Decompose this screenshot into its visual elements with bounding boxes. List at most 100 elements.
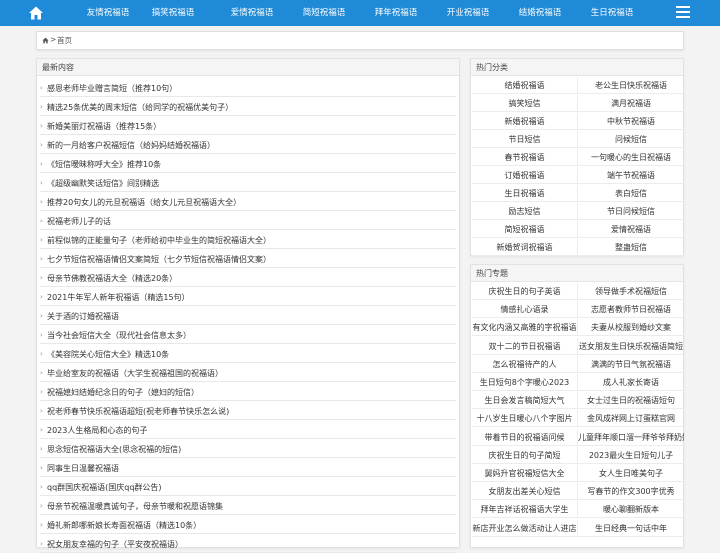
list-item[interactable]: › 精选25条优美的周末短信（给同学的祝福优美句子）: [40, 99, 456, 116]
nav-link-wedding[interactable]: 结婚祝福语: [507, 0, 573, 26]
list-item[interactable]: › 关于酒的订婚祝福语: [40, 308, 456, 325]
grid-link[interactable]: 表白短信: [578, 185, 684, 202]
list-item-label[interactable]: 推荐20句女儿的元旦祝福语（给女儿元旦祝福语大全）: [47, 194, 241, 210]
grid-link[interactable]: 一句暖心的生日祝福语: [578, 149, 684, 166]
grid-link[interactable]: 爱情祝福语: [578, 221, 684, 238]
list-item[interactable]: › 母亲节佛教祝福语大全（精选20条）: [40, 270, 456, 287]
list-item[interactable]: › 新的一月给客户祝福短信（给妈妈结婚祝福语）: [40, 137, 456, 154]
grid-link[interactable]: 满月祝福语: [578, 95, 684, 112]
list-item-label[interactable]: 2021牛年军人新年祝福语（精选15句）: [47, 289, 190, 305]
grid-link[interactable]: 带着节日的祝福语问候: [472, 428, 578, 446]
grid-link[interactable]: 送女朋友生日快乐祝福语简短: [578, 338, 684, 355]
grid-link[interactable]: 节日问候短信: [578, 203, 684, 220]
list-item-label[interactable]: 《超级幽默笑话短信》间别精选: [47, 175, 159, 191]
grid-link[interactable]: 满满的节日气氛祝福语: [578, 356, 684, 373]
grid-link[interactable]: 暖心聊翻新版本: [578, 501, 684, 519]
grid-link[interactable]: 儿童拜年顺口溜一拜爷爷拜奶奶: [578, 429, 684, 446]
list-item-label[interactable]: 毕业给室友的祝福语（大学生祝福祖国的祝福语）: [47, 365, 223, 381]
grid-link[interactable]: 生日祝福语: [472, 185, 578, 202]
nav-link-friendship[interactable]: 友情祝福语: [75, 0, 141, 26]
grid-link[interactable]: 庆祝生日的句子简短: [472, 446, 578, 464]
grid-link[interactable]: 问候短信: [578, 131, 684, 148]
list-item[interactable]: › 婚礼新郎哪新娘长寿面祝福语（精选10条）: [40, 517, 456, 534]
list-item[interactable]: › 2023人生格局和心态的句子: [40, 422, 456, 439]
list-item[interactable]: › 同事生日温馨祝福语: [40, 460, 456, 477]
grid-link[interactable]: 女朋友出差关心短信: [472, 483, 578, 501]
list-item-label[interactable]: 当今社会短信大全（现代社会信息太多）: [47, 327, 191, 343]
list-item-label[interactable]: 祝福老师儿子的话: [47, 213, 111, 229]
nav-link-new-year[interactable]: 拜年祝福语: [363, 0, 429, 26]
grid-link[interactable]: 情感扎心语录: [472, 301, 578, 319]
home-icon[interactable]: [28, 5, 44, 21]
list-item-label[interactable]: 《短信暧昧称呼大全》推荐10条: [47, 156, 161, 172]
list-item[interactable]: › 《超级幽默笑话短信》间别精选: [40, 175, 456, 192]
list-item-label[interactable]: 2023人生格局和心态的句子: [47, 422, 147, 438]
list-item-label[interactable]: 新的一月给客户祝福短信（给妈妈结婚祝福语）: [47, 137, 215, 153]
grid-link[interactable]: 端午节祝福语: [578, 167, 684, 184]
list-item[interactable]: › 七夕节短信祝福语情侣文案简短（七夕节短信祝福语情侣文案）: [40, 251, 456, 268]
list-item-label[interactable]: 母亲节祝福温暖真诚句子，母亲节暖和祝愿语锦集: [47, 498, 223, 514]
grid-link[interactable]: 新婚贺词祝福语: [472, 239, 578, 256]
grid-link[interactable]: 老公生日快乐祝福语: [578, 77, 684, 94]
grid-link[interactable]: 女人生日唯美句子: [578, 465, 684, 482]
list-item[interactable]: › 《美容院关心短信大全》精选10条: [40, 346, 456, 363]
grid-link[interactable]: 拜年吉祥话祝福语大学生: [472, 501, 578, 519]
list-item[interactable]: › 祝福老师儿子的话: [40, 213, 456, 230]
grid-link[interactable]: 新店开业怎么做活动让人进店: [472, 519, 578, 537]
grid-link[interactable]: 有文化内涵又高雅的字祝福语: [472, 319, 578, 337]
grid-link[interactable]: 订婚祝福语: [472, 167, 578, 184]
list-item-label[interactable]: 前程似锦的正能量句子（老师给初中毕业生的简短祝福语大全）: [47, 232, 271, 248]
grid-link[interactable]: 2023最火生日短句儿子: [578, 447, 684, 464]
list-item-label[interactable]: 《美容院关心短信大全》精选10条: [47, 346, 169, 362]
grid-link[interactable]: 整蛊短信: [578, 239, 684, 256]
list-item-label[interactable]: 思念短信祝福语大全(思念祝福的短信): [47, 441, 181, 457]
list-item[interactable]: › 祝福媳妇结婚纪念日的句子（媳妇的短信）: [40, 384, 456, 401]
list-item[interactable]: › 母亲节祝福温暖真诚句子，母亲节暖和祝愿语锦集: [40, 498, 456, 515]
list-item[interactable]: › 《短信暧昧称呼大全》推荐10条: [40, 156, 456, 173]
list-item-label[interactable]: 新婚美丽灯祝福语（推荐15条）: [47, 118, 161, 134]
list-item-label[interactable]: 婚礼新郎哪新娘长寿面祝福语（精选10条）: [47, 517, 201, 533]
list-item-label[interactable]: 七夕节短信祝福语情侣文案简短（七夕节短信祝福语情侣文案）: [47, 251, 271, 267]
list-item[interactable]: › qq群国庆祝福语(国庆qq群公告): [40, 479, 456, 496]
list-item[interactable]: › 推荐20句女儿的元旦祝福语（给女儿元旦祝福语大全）: [40, 194, 456, 211]
list-item-label[interactable]: 同事生日温馨祝福语: [47, 460, 119, 476]
list-item[interactable]: › 感恩老师毕业赠言简短（推荐10句）: [40, 80, 456, 97]
nav-link-short[interactable]: 简短祝福语: [291, 0, 357, 26]
nav-link-funny[interactable]: 搞笑祝福语: [140, 0, 206, 26]
hamburger-menu-icon[interactable]: [676, 6, 690, 19]
grid-link[interactable]: 生日会发言稿简短大气: [472, 392, 578, 410]
grid-link[interactable]: 春节祝福语: [472, 149, 578, 166]
list-item[interactable]: › 祝老师春节快乐祝福语超短(祝老师春节快乐怎么说): [40, 403, 456, 420]
breadcrumb-home-icon[interactable]: [42, 37, 49, 44]
list-item-label[interactable]: 母亲节佛教祝福语大全（精选20条）: [47, 270, 177, 286]
grid-link[interactable]: 新婚祝福语: [472, 113, 578, 130]
list-item[interactable]: › 前程似锦的正能量句子（老师给初中毕业生的简短祝福语大全）: [40, 232, 456, 249]
nav-link-love[interactable]: 爱情祝福语: [219, 0, 285, 26]
grid-link[interactable]: 怎么祝福待产的人: [472, 355, 578, 373]
list-item-label[interactable]: 感恩老师毕业赠言简短（推荐10句）: [47, 80, 177, 96]
list-item-label[interactable]: 祝老师春节快乐祝福语超短(祝老师春节快乐怎么说): [47, 403, 229, 419]
grid-link[interactable]: 搞笑短信: [472, 95, 578, 112]
grid-link[interactable]: 励志短信: [472, 203, 578, 220]
grid-link[interactable]: 成人礼家长寄语: [578, 374, 684, 391]
grid-link[interactable]: 金风成祥网上订蛋糕官网: [578, 410, 684, 428]
list-item-label[interactable]: 精选25条优美的周末短信（给同学的祝福优美句子）: [47, 99, 233, 115]
grid-link[interactable]: 中秋节祝福语: [578, 113, 684, 130]
grid-link[interactable]: 简短祝福语: [472, 221, 578, 238]
grid-link[interactable]: 节日短信: [472, 131, 578, 148]
grid-link[interactable]: 生日短句8个字暖心2023: [472, 374, 578, 391]
grid-link[interactable]: 写春节的作文300字优秀: [578, 483, 684, 501]
grid-link[interactable]: 十八岁生日暖心八个字图片: [472, 410, 578, 428]
grid-link[interactable]: 庆祝生日的句子英语: [472, 283, 578, 300]
grid-link[interactable]: 舅妈升官祝福短信大全: [472, 465, 578, 482]
nav-link-opening[interactable]: 开业祝福语: [435, 0, 501, 26]
nav-link-birthday[interactable]: 生日祝福语: [579, 0, 645, 26]
list-item-label[interactable]: 关于酒的订婚祝福语: [47, 308, 119, 324]
list-item[interactable]: › 当今社会短信大全（现代社会信息太多）: [40, 327, 456, 344]
grid-link[interactable]: 双十二的节日祝福语: [472, 337, 578, 355]
list-item[interactable]: › 祝女朋友幸福的句子（平安夜祝福语）: [40, 536, 456, 553]
grid-link[interactable]: 领导做手术祝福短信: [578, 283, 684, 300]
list-item-label[interactable]: 祝福媳妇结婚纪念日的句子（媳妇的短信）: [47, 384, 199, 400]
list-item[interactable]: › 毕业给室友的祝福语（大学生祝福祖国的祝福语）: [40, 365, 456, 382]
list-item-label[interactable]: qq群国庆祝福语(国庆qq群公告): [47, 479, 162, 495]
